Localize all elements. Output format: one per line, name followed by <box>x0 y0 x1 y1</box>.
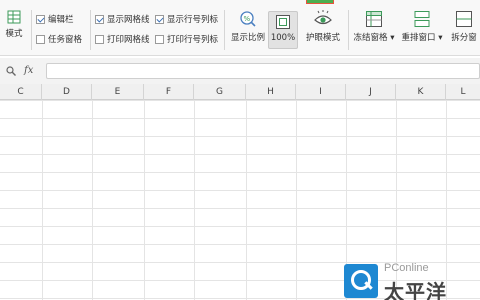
zoom-icon[interactable] <box>6 65 16 76</box>
watermark-brand: PConline <box>384 262 429 274</box>
pconline-watermark: PConline 太平洋 <box>344 260 480 300</box>
formula-bar-toggle[interactable]: 编辑栏 <box>36 12 74 26</box>
gridline <box>246 100 247 300</box>
checkbox-print-headings[interactable] <box>155 34 164 44</box>
mode-button[interactable]: 模式 <box>0 10 28 50</box>
active-tab-indicator <box>306 0 334 4</box>
freeze-panes-icon <box>366 11 382 27</box>
column-header-e[interactable]: E <box>92 84 144 100</box>
rearrange-window-button[interactable]: 重排窗口 ▾ <box>400 10 444 50</box>
eye-mode-label: 护眼模式 <box>305 33 340 43</box>
display-ratio-button[interactable]: % 显示比例 <box>228 10 268 50</box>
freeze-panes-text: 冻结窗格 <box>353 33 388 43</box>
freeze-panes-label: 冻结窗格 ▾ <box>353 33 395 43</box>
checkbox-formula-bar[interactable] <box>36 14 45 24</box>
svg-text:%: % <box>244 15 251 23</box>
column-header-k[interactable]: K <box>396 84 446 100</box>
separator <box>31 10 32 50</box>
split-window-label: 拆分窗 <box>451 33 477 43</box>
rearrange-window-label: 重排窗口 ▾ <box>401 33 443 43</box>
task-pane-label: 任务窗格 <box>48 35 83 45</box>
show-gridlines-toggle[interactable]: 显示网格线 <box>95 12 150 26</box>
separator <box>90 10 91 50</box>
zoom-100-button[interactable]: 100% <box>268 11 298 49</box>
display-ratio-label: 显示比例 <box>230 33 265 43</box>
gridline <box>144 100 145 300</box>
show-gridlines-label: 显示网格线 <box>107 15 150 25</box>
show-headings-label: 显示行号列标 <box>167 15 219 25</box>
view-ribbon: 模式 编辑栏 任务窗格 显示网格线 打印网格线 显示行号列标 打印行号列标 % … <box>0 0 480 56</box>
checkbox-show-headings[interactable] <box>155 14 164 24</box>
show-headings-toggle[interactable]: 显示行号列标 <box>155 12 218 26</box>
zoom-100-label: 100% <box>270 33 296 43</box>
separator <box>348 10 349 50</box>
fx-icon[interactable]: fx <box>24 65 33 76</box>
column-headers: C D E F G H I J K L <box>0 84 480 100</box>
column-header-l[interactable]: L <box>446 84 480 100</box>
formula-bar-label: 编辑栏 <box>48 15 74 25</box>
column-header-d[interactable]: D <box>42 84 92 100</box>
eye-icon <box>314 10 332 25</box>
print-gridlines-toggle[interactable]: 打印网格线 <box>95 32 150 46</box>
checkbox-task-pane[interactable] <box>36 34 45 44</box>
gridline <box>92 100 93 300</box>
gridline <box>296 100 297 300</box>
pconline-logo-icon <box>344 264 378 298</box>
checkbox-show-gridlines[interactable] <box>95 14 104 24</box>
print-headings-toggle[interactable]: 打印行号列标 <box>155 32 218 46</box>
column-header-c[interactable]: C <box>0 84 42 100</box>
split-window-icon <box>456 11 472 27</box>
column-header-f[interactable]: F <box>144 84 194 100</box>
zoom-percent-icon: % <box>240 11 256 27</box>
actual-size-icon <box>276 15 290 29</box>
separator <box>224 10 225 50</box>
print-headings-label: 打印行号列标 <box>167 35 219 45</box>
formula-bar: fx <box>0 58 480 84</box>
formula-bar-icons: fx <box>6 65 33 76</box>
print-gridlines-label: 打印网格线 <box>107 35 150 45</box>
rearrange-window-icon <box>414 11 430 27</box>
freeze-panes-button[interactable]: 冻结窗格 ▾ <box>352 10 396 50</box>
gridline <box>42 100 43 300</box>
formula-input[interactable] <box>46 63 480 79</box>
checkbox-print-gridlines[interactable] <box>95 34 104 44</box>
gridline <box>194 100 195 300</box>
watermark-cn: 太平洋 <box>384 280 447 300</box>
split-window-button[interactable]: 拆分窗 <box>448 10 480 50</box>
task-pane-toggle[interactable]: 任务窗格 <box>36 32 82 46</box>
mode-label: 模式 <box>5 29 23 39</box>
column-header-i[interactable]: I <box>296 84 346 100</box>
rearrange-window-text: 重排窗口 <box>401 33 436 43</box>
table-view-icon <box>7 10 21 24</box>
column-header-h[interactable]: H <box>246 84 296 100</box>
column-header-g[interactable]: G <box>194 84 246 100</box>
eye-mode-button[interactable]: 护眼模式 <box>302 10 344 50</box>
column-header-j[interactable]: J <box>346 84 396 100</box>
